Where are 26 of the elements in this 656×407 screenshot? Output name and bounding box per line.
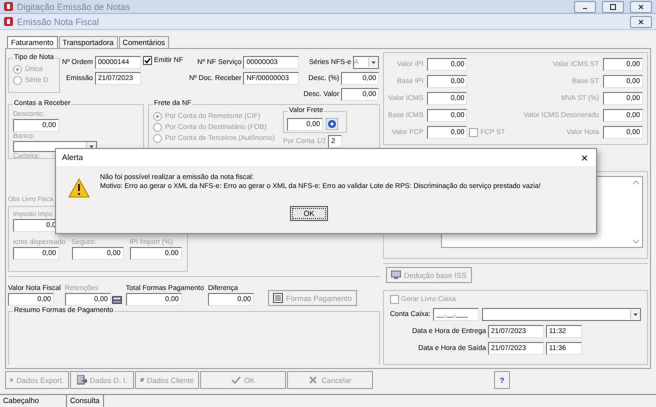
maximize-button[interactable] [602,0,624,12]
maximize-icon [609,4,617,10]
help-icon [326,118,338,130]
scroll-down-icon [632,239,640,246]
checkbox[interactable] [390,295,399,304]
calculator-icon [112,294,122,304]
dialog-title: Alerta [62,153,84,162]
scroll-up-icon [632,179,640,186]
monitor-icon [391,270,401,280]
checkbox[interactable] [469,128,478,137]
edit-icon [140,375,144,385]
dropdown[interactable] [482,308,641,322]
window-title: Emissão Nota Fiscal [17,16,100,26]
close-icon [637,4,645,10]
window-title: Digitação Emissão de Notas [17,2,132,12]
list-icon [272,293,283,303]
checkbox[interactable] [142,56,152,65]
warning-icon [68,178,90,198]
minimize-button[interactable] [574,0,596,12]
import-icon [76,375,87,385]
close-icon [637,18,645,24]
close-button[interactable]: × [578,150,590,164]
x-icon [308,375,318,385]
close-button[interactable] [630,16,652,28]
close-button[interactable] [630,0,652,12]
check-icon [231,375,242,385]
